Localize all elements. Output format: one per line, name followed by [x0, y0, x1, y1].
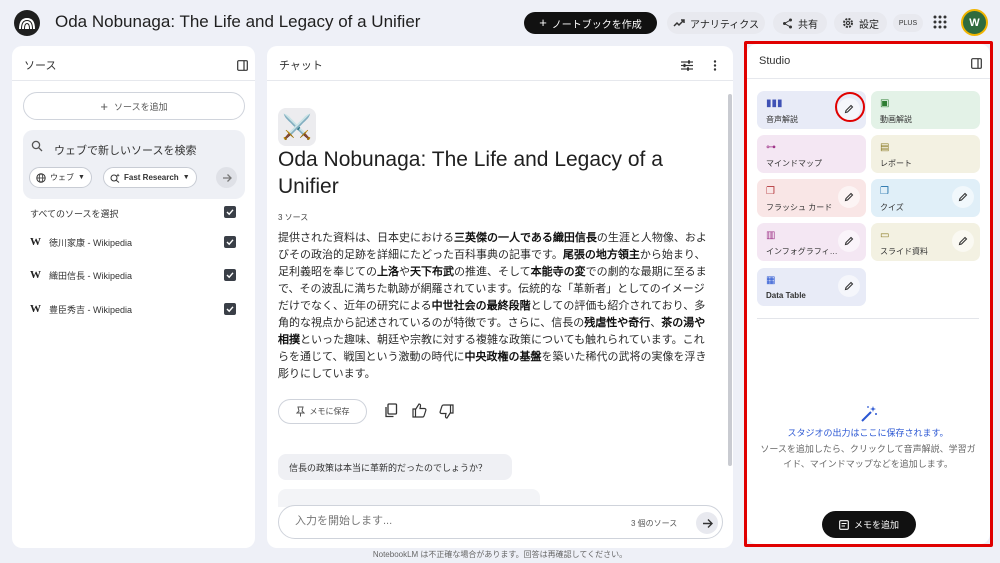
analytics-label: アナリティクス [690, 19, 759, 31]
research-chip-label: Fast Research [124, 173, 179, 182]
pin-icon [295, 406, 305, 417]
check-icon [226, 272, 234, 279]
trend-icon [673, 19, 685, 27]
wikipedia-icon: W [30, 303, 41, 315]
source-checkbox[interactable] [224, 269, 236, 281]
share-icon [783, 18, 792, 28]
summary-bold-text: 残虐性や奇行 [584, 317, 651, 329]
settings-button[interactable]: 設定 [834, 12, 887, 34]
apps-grid-icon[interactable] [933, 15, 947, 34]
notebooklm-logo[interactable] [14, 10, 40, 36]
send-button[interactable] [696, 512, 718, 534]
web-search-input[interactable]: ウェブで新しいソースを検索 [54, 142, 196, 158]
chat-input[interactable] [295, 515, 615, 527]
summary-text: の推進、そして [454, 266, 531, 278]
divider [267, 80, 733, 81]
copy-icon[interactable] [384, 403, 398, 423]
wikipedia-icon: W [30, 269, 41, 281]
source-item[interactable]: W 織田信長 - Wikipedia [30, 268, 132, 282]
more-vert-icon[interactable] [713, 58, 717, 76]
create-notebook-label: ノートブックを作成 [551, 19, 642, 31]
plus-icon: + [539, 15, 547, 30]
web-chip-label: ウェブ [50, 173, 74, 182]
thumbs-up-icon[interactable] [412, 403, 427, 423]
summary-bold-text: 天下布武 [410, 266, 454, 278]
summary-bold-text: 三英傑の一人である織田信長 [454, 232, 597, 244]
summary-bold-text: 中央政権の基盤 [464, 351, 542, 363]
sparkle-search-icon [110, 173, 120, 183]
source-checkbox[interactable] [224, 303, 236, 315]
plan-badge: PLUS [893, 14, 923, 32]
notebook-title[interactable]: Oda Nobunaga: The Life and Legacy of a U… [55, 12, 420, 32]
sources-title: ソース [24, 60, 57, 72]
add-source-button[interactable]: + ソースを追加 [23, 92, 245, 120]
web-source-dropdown[interactable]: ウェブ ▼ [29, 167, 92, 188]
thumbs-down-icon[interactable] [439, 404, 454, 424]
chat-scrollbar[interactable] [728, 94, 732, 466]
chat-panel: チャット ⚔️ Oda Nobunaga: The Life and Legac… [267, 46, 733, 548]
search-icon [31, 140, 43, 152]
highlight-frame [744, 41, 993, 547]
chat-input-bar: 3 個のソース [278, 505, 723, 539]
collapse-panel-icon[interactable] [237, 58, 248, 76]
notebook-emoji: ⚔️ [278, 108, 316, 146]
summary-bold-text: 尾張の地方領主 [562, 249, 640, 261]
top-bar: Oda Nobunaga: The Life and Legacy of a U… [0, 0, 1000, 44]
chat-title: チャット [279, 60, 323, 72]
source-item[interactable]: W 豊臣秀吉 - Wikipedia [30, 302, 132, 316]
arrow-right-icon [702, 518, 713, 528]
divider [12, 80, 255, 81]
source-item-label: 豊臣秀吉 - Wikipedia [49, 304, 133, 315]
summary-bold-text: 上洛 [377, 266, 399, 278]
web-search-box: ウェブで新しいソースを検索 ウェブ ▼ Fast Research ▼ [23, 130, 245, 199]
check-icon [226, 306, 234, 313]
summary-text: や [399, 266, 410, 278]
check-icon [226, 239, 234, 246]
sources-panel: ソース + ソースを追加 ウェブで新しいソースを検索 ウェブ ▼ Fast Re… [12, 46, 255, 548]
create-notebook-button[interactable]: + ノートブックを作成 [524, 12, 657, 34]
source-item-label: 織田信長 - Wikipedia [49, 270, 133, 281]
save-to-note-button[interactable]: メモに保存 [278, 399, 367, 424]
document-title: Oda Nobunaga: The Life and Legacy of a U… [278, 148, 663, 198]
plus-icon: + [100, 98, 109, 114]
summary-text: 提供された資料は、日本史における [278, 232, 454, 244]
search-submit-button[interactable] [216, 167, 237, 188]
analytics-button[interactable]: アナリティクス [667, 12, 765, 34]
wikipedia-icon: W [30, 236, 41, 248]
share-label: 共有 [798, 19, 818, 31]
input-source-count: 3 個のソース [631, 519, 678, 528]
arrow-right-icon [222, 173, 232, 182]
check-icon [226, 209, 234, 216]
select-all-checkbox[interactable] [224, 206, 236, 218]
settings-label: 設定 [859, 19, 879, 31]
share-button[interactable]: 共有 [773, 12, 827, 34]
suggested-question[interactable]: 信長の政策は本当に革新的だったのでしょうか？ [278, 454, 512, 480]
avatar[interactable]: W [961, 9, 988, 36]
save-to-note-label: メモに保存 [309, 407, 350, 416]
tune-icon[interactable] [681, 58, 693, 76]
summary-text: 、 [650, 317, 662, 329]
select-all-label: すべてのソースを選択 [30, 209, 119, 219]
research-mode-dropdown[interactable]: Fast Research ▼ [103, 167, 197, 188]
globe-icon [36, 172, 46, 183]
source-item[interactable]: W 徳川家康 - Wikipedia [30, 235, 132, 249]
summary-bold-text: 中世社会の最終段階 [431, 300, 531, 312]
chevron-down-icon: ▼ [182, 174, 190, 181]
gear-icon [843, 18, 853, 28]
summary-bold-text: 本能寺の変 [530, 266, 586, 278]
disclaimer-footer: NotebookLM は不正確な場合があります。回答は再確認してください。 [372, 550, 628, 559]
source-item-label: 徳川家康 - Wikipedia [49, 237, 133, 248]
notebook-summary: 提供された資料は、日本史における三英傑の一人である織田信長の生涯と人物像、および… [278, 230, 714, 383]
chevron-down-icon: ▼ [78, 174, 85, 181]
source-count: 3 ソース [278, 213, 309, 222]
add-source-label: ソースを追加 [114, 101, 168, 112]
source-checkbox[interactable] [224, 236, 236, 248]
